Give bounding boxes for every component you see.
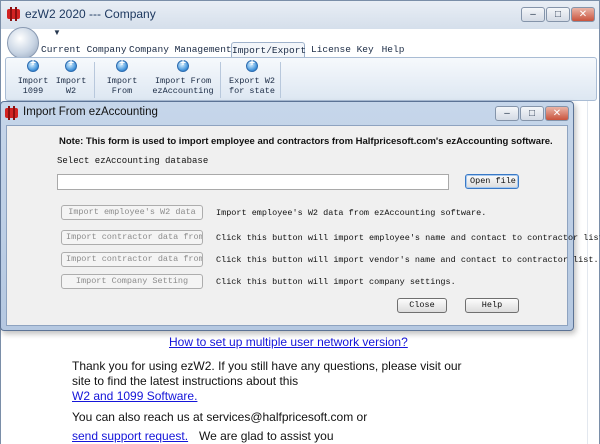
dialog-close-window-button[interactable]: ✕ [545,106,569,121]
close-window-button[interactable]: ✕ [571,7,595,22]
thanks-text-line1: Thank you for using ezW2. If you still h… [72,359,462,373]
tab-import-export[interactable]: Import/Export [231,42,306,58]
import-dialog: Import From ezAccounting ‒ □ ✕ Note: Thi… [0,101,600,331]
contact-text: You can also reach us at services@halfpr… [72,410,368,424]
dialog-minimize-button[interactable]: ‒ [495,106,519,121]
import-contractor-vendor-description: Click this button will import vendor's n… [216,255,599,265]
maximize-button[interactable]: □ [546,7,570,22]
quick-access-dropdown-icon[interactable]: ▼ [53,28,61,37]
dialog-app-icon [5,106,19,120]
import-icon [177,58,189,72]
import-note: Note: This form is used to import employ… [59,136,553,147]
import-contractor-vendor-button[interactable]: Import contractor data from [61,252,203,267]
dialog-titlebar[interactable]: Import From ezAccounting ‒ □ ✕ [1,102,573,124]
tab-license-key[interactable]: License Key [311,42,374,58]
ribbon-separator [220,62,221,98]
import-from-button[interactable]: Import From [102,58,142,100]
assist-text: We are glad to assist you [199,429,334,443]
main-titlebar[interactable]: ezW2 2020 --- Company ‒ □ ✕ [1,1,599,29]
ribbon-separator [280,62,281,98]
tab-company-management[interactable]: Company Management [129,42,232,58]
dialog-maximize-button[interactable]: □ [520,106,544,121]
import-from-ezaccounting-button[interactable]: Import From ezAccounting [152,58,214,100]
ribbon-separator [94,62,95,98]
import-icon [65,58,77,72]
import-icon [27,58,39,72]
import-company-setting-button[interactable]: Import Company Setting [61,274,203,289]
import-employee-w2-button[interactable]: Import employee's W2 data [61,205,203,220]
import-1099-button[interactable]: Import 1099 [14,58,52,100]
app-icon [7,7,21,21]
import-company-setting-description: Click this button will import company se… [216,277,456,287]
support-request-link[interactable]: send support request. [72,429,188,443]
dialog-title: Import From ezAccounting [23,106,158,118]
import-w2-button[interactable]: Import W2 [52,58,90,100]
minimize-button[interactable]: ‒ [521,7,545,22]
import-employee-w2-description: Import employee's W2 data from ezAccount… [216,208,487,218]
ribbon-tab-strip: Current Company Company Management Impor… [41,42,599,58]
export-icon [246,58,258,72]
close-button[interactable]: Close [397,298,447,313]
content-scroll-edge [587,101,599,444]
open-file-button[interactable]: Open file [465,174,519,189]
database-path-input[interactable] [57,174,449,190]
window-title: ezW2 2020 --- Company [25,7,156,21]
import-icon [116,58,128,72]
dialog-body: Note: This form is used to import employ… [6,125,600,326]
network-setup-link[interactable]: How to set up multiple user network vers… [169,335,408,349]
application-menu-orb[interactable] [7,27,39,59]
tab-current-company[interactable]: Current Company [41,42,127,58]
software-link[interactable]: W2 and 1099 Software. [72,389,197,403]
import-contractor-employee-button[interactable]: Import contractor data from [61,230,203,245]
export-w2-for-state-button[interactable]: Export W2 for state [228,58,276,100]
ribbon-panel: Import 1099 Import W2 Import From Import… [5,57,597,101]
import-contractor-employee-description: Click this button will import employee's… [216,233,600,243]
help-button[interactable]: Help [465,298,519,313]
thanks-text-line2: site to find the latest instructions abo… [72,374,299,388]
tab-help[interactable]: Help [377,42,409,58]
database-label: Select ezAccounting database [57,156,209,166]
